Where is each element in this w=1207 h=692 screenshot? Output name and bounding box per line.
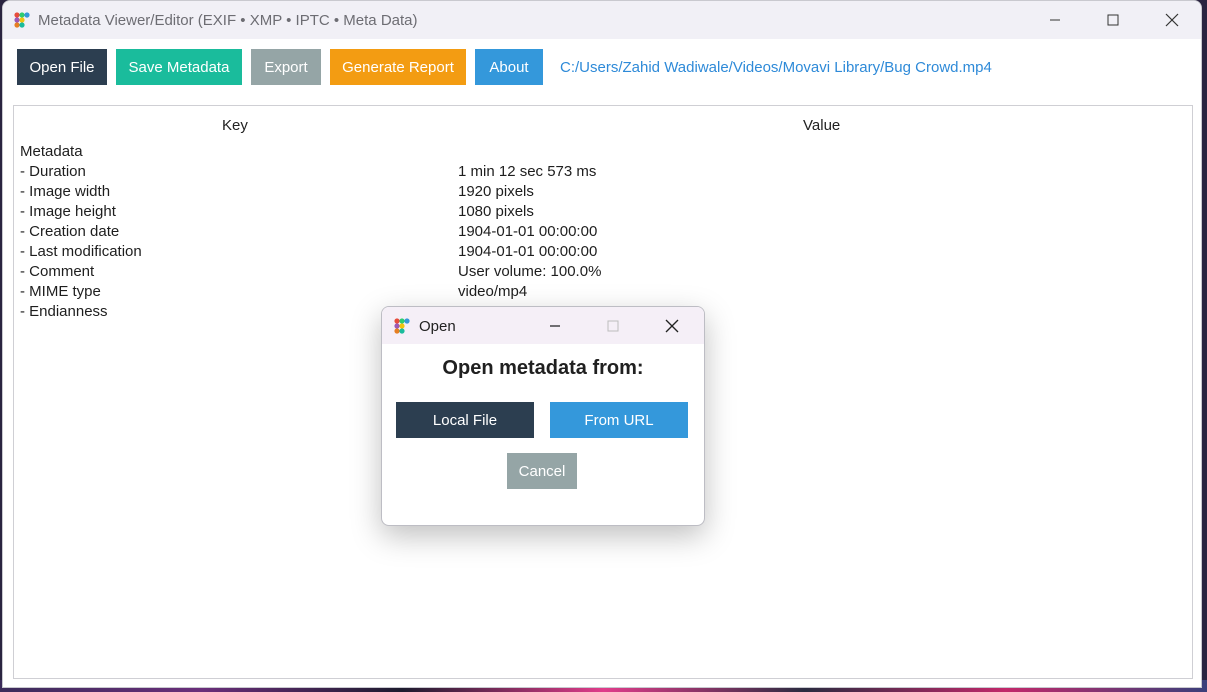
row-key: - Endianness xyxy=(20,303,108,320)
row-value: 1904-01-01 00:00:00 xyxy=(458,223,598,240)
row-value: 1904-01-01 00:00:00 xyxy=(458,243,598,260)
close-icon xyxy=(1165,13,1179,27)
table-row[interactable]: Metadata xyxy=(20,143,83,163)
table-row[interactable]: - MIME type video/mp4 xyxy=(20,283,527,303)
dialog-heading: Open metadata from: xyxy=(442,357,644,379)
minimize-icon xyxy=(1050,19,1060,21)
dialog-title: Open xyxy=(419,318,456,335)
row-value: 1 min 12 sec 573 ms xyxy=(458,163,597,180)
app-logo-icon xyxy=(14,12,30,28)
save-metadata-button[interactable]: Save Metadata xyxy=(116,49,242,85)
row-key: - Last modification xyxy=(20,243,142,260)
dialog-minimize-button[interactable] xyxy=(531,307,579,344)
maximize-button[interactable] xyxy=(1084,1,1142,39)
about-button[interactable]: About xyxy=(475,49,543,85)
app-logo-icon xyxy=(394,318,410,334)
row-key: - MIME type xyxy=(20,283,101,300)
row-key: Metadata xyxy=(20,143,83,160)
dialog-maximize-button xyxy=(589,307,637,344)
maximize-icon xyxy=(1107,14,1119,26)
table-row[interactable]: - Image width 1920 pixels xyxy=(20,183,534,203)
dialog-close-button[interactable] xyxy=(648,307,696,344)
row-key: - Duration xyxy=(20,163,86,180)
row-key: - Creation date xyxy=(20,223,120,240)
table-row[interactable]: - Comment User volume: 100.0% xyxy=(20,263,601,283)
close-button[interactable] xyxy=(1143,1,1201,39)
row-value: video/mp4 xyxy=(458,283,528,300)
row-key: - Image width xyxy=(20,183,111,200)
row-value: User volume: 100.0% xyxy=(458,263,602,280)
table-row[interactable]: - Creation date 1904-01-01 00:00:00 xyxy=(20,223,597,243)
local-file-button[interactable]: Local File xyxy=(396,402,534,438)
maximize-icon xyxy=(607,320,619,331)
open-file-button[interactable]: Open File xyxy=(17,49,107,85)
minimize-button[interactable] xyxy=(1026,1,1084,39)
table-row[interactable]: - Image height 1080 pixels xyxy=(20,203,534,223)
dialog-title-bar[interactable]: Open xyxy=(382,307,704,344)
cancel-button[interactable]: Cancel xyxy=(507,453,577,489)
title-bar[interactable]: Metadata Viewer/Editor (EXIF • XMP • IPT… xyxy=(3,1,1201,39)
row-key: - Image height xyxy=(20,203,116,220)
column-header-key: Key xyxy=(222,117,248,134)
file-path-label: C:/Users/Zahid Wadiwale/Videos/Movavi Li… xyxy=(560,59,992,76)
export-button[interactable]: Export xyxy=(251,49,321,85)
window-title: Metadata Viewer/Editor (EXIF • XMP • IPT… xyxy=(38,12,418,29)
minimize-icon xyxy=(550,324,560,327)
open-dialog: Open Open metadata from: Local File From… xyxy=(381,306,705,526)
column-header-value: Value xyxy=(803,117,841,134)
table-row[interactable]: - Duration 1 min 12 sec 573 ms xyxy=(20,163,596,183)
from-url-button[interactable]: From URL xyxy=(550,402,688,438)
row-value: 1080 pixels xyxy=(458,203,534,220)
close-icon xyxy=(665,319,679,332)
row-value: 1920 pixels xyxy=(458,183,534,200)
row-key: - Comment xyxy=(20,263,95,280)
table-row[interactable]: - Last modification 1904-01-01 00:00:00 xyxy=(20,243,597,263)
table-row[interactable]: - Endianness xyxy=(20,303,108,323)
generate-report-button[interactable]: Generate Report xyxy=(330,49,466,85)
